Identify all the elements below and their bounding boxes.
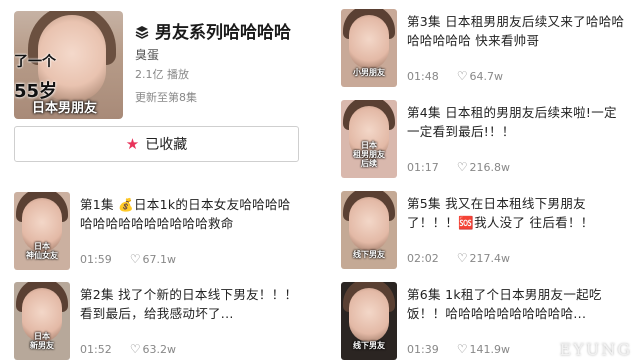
episode-meta: 01:39 ♡ 141.9w bbox=[407, 342, 510, 356]
like-count: 216.8w bbox=[469, 161, 510, 174]
episode-duration: 01:48 bbox=[407, 69, 439, 83]
episode-thumbnail[interactable]: 线下男友 bbox=[341, 191, 397, 269]
series-title-row: 男友系列哈哈哈哈 bbox=[135, 18, 291, 43]
episode-title[interactable]: 第4集 日本租的男朋友后续来啦!一定一定看到最后!！！ bbox=[407, 103, 625, 141]
episode-likes: ♡ 216.8w bbox=[457, 160, 510, 174]
thumbnail-face bbox=[349, 197, 389, 251]
episode-duration: 02:02 bbox=[407, 251, 439, 265]
thumbnail-caption: 线下男友 bbox=[353, 341, 385, 350]
episode-meta: 01:59 ♡ 67.1w bbox=[80, 252, 176, 266]
cover-caption-1: 了一个 bbox=[14, 54, 56, 70]
thumbnail-caption: 日本 租男朋友 后续 bbox=[353, 141, 385, 168]
update-status: 更新至第8集 bbox=[135, 91, 197, 104]
episode-item[interactable]: 日本 神仙女友 第1集 💰日本1k的日本女友哈哈哈哈哈哈哈哈哈哈哈哈哈哈救命 01:5… bbox=[14, 192, 314, 272]
thumbnail-caption: 日本 新男友 bbox=[30, 332, 54, 350]
series-title: 男友系列哈哈哈哈 bbox=[155, 23, 291, 43]
episode-likes: ♡ 67.1w bbox=[130, 252, 176, 266]
heart-icon: ♡ bbox=[129, 252, 141, 266]
episode-meta: 02:02 ♡ 217.4w bbox=[407, 251, 510, 265]
episode-likes: ♡ 141.9w bbox=[457, 342, 510, 356]
episode-meta: 01:17 ♡ 216.8w bbox=[407, 160, 510, 174]
heart-icon: ♡ bbox=[456, 160, 468, 174]
thumbnail-caption: 日本 神仙女友 bbox=[26, 242, 58, 260]
episode-item[interactable]: 日本 租男朋友 后续 第4集 日本租的男朋友后续来啦!一定一定看到最后!！！ 01:17… bbox=[341, 100, 640, 180]
episode-duration: 01:39 bbox=[407, 342, 439, 356]
layers-icon bbox=[135, 24, 149, 39]
thumbnail-caption: 小男朋友 bbox=[353, 68, 385, 77]
cover-caption-3: 日本男朋友 bbox=[32, 101, 98, 116]
episode-title[interactable]: 第2集 找了个新的日本线下男友！！！看到最后，给我感动坏了... bbox=[80, 285, 298, 323]
episode-duration: 01:17 bbox=[407, 160, 439, 174]
episode-title[interactable]: 第3集 日本租男朋友后续又来了哈哈哈哈哈哈哈哈 快来看帅哥 bbox=[407, 12, 625, 50]
heart-icon: ♡ bbox=[456, 69, 468, 83]
thumbnail-face bbox=[349, 288, 389, 342]
like-count: 64.7w bbox=[469, 70, 503, 83]
play-count: 2.1亿 播放 bbox=[135, 68, 189, 81]
like-count: 63.2w bbox=[142, 343, 176, 356]
episode-thumbnail[interactable]: 线下男友 bbox=[341, 282, 397, 360]
episode-item[interactable]: 小男朋友 第3集 日本租男朋友后续又来了哈哈哈哈哈哈哈哈 快来看帅哥 01:48 ♡ 6… bbox=[341, 9, 640, 89]
episode-title[interactable]: 第5集 我又在日本租线下男朋友了！！！🆘我人没了 往后看！！ bbox=[407, 194, 625, 232]
heart-icon: ♡ bbox=[456, 251, 468, 265]
like-count: 67.1w bbox=[142, 253, 176, 266]
collected-button-label: 已收藏 bbox=[145, 137, 188, 153]
episode-duration: 01:52 bbox=[80, 342, 112, 356]
like-count: 141.9w bbox=[469, 343, 510, 356]
series-panel: 了一个 55岁 日本男朋友 男友系列哈哈哈哈 臭蛋 2.1亿 播放 更新至第8集… bbox=[0, 0, 315, 363]
star-icon: ★ bbox=[125, 135, 140, 153]
episode-item[interactable]: 线下男友 第5集 我又在日本租线下男朋友了！！！🆘我人没了 往后看！！ 02:02 ♡… bbox=[341, 191, 640, 271]
thumbnail-caption: 线下男友 bbox=[353, 250, 385, 259]
episode-title[interactable]: 第6集 1k租了个日本男朋友一起吃饭！！哈哈哈哈哈哈哈哈哈哈... bbox=[407, 285, 625, 323]
heart-icon: ♡ bbox=[129, 342, 141, 356]
episode-likes: ♡ 63.2w bbox=[130, 342, 176, 356]
episode-panel-right: 小男朋友 第3集 日本租男朋友后续又来了哈哈哈哈哈哈哈哈 快来看帅哥 01:48 ♡ 6… bbox=[325, 0, 640, 363]
author-name[interactable]: 臭蛋 bbox=[135, 46, 159, 63]
episode-thumbnail[interactable]: 小男朋友 bbox=[341, 9, 397, 87]
episode-meta: 01:52 ♡ 63.2w bbox=[80, 342, 176, 356]
collected-button[interactable]: ★ 已收藏 bbox=[14, 126, 299, 162]
episode-likes: ♡ 64.7w bbox=[457, 69, 503, 83]
episode-item[interactable]: 日本 新男友 第2集 找了个新的日本线下男友！！！看到最后，给我感动坏了... 01:… bbox=[14, 282, 314, 362]
thumbnail-face bbox=[349, 15, 389, 69]
like-count: 217.4w bbox=[469, 252, 510, 265]
episode-meta: 01:48 ♡ 64.7w bbox=[407, 69, 503, 83]
episode-likes: ♡ 217.4w bbox=[457, 251, 510, 265]
episode-thumbnail[interactable]: 日本 租男朋友 后续 bbox=[341, 100, 397, 178]
episode-thumbnail[interactable]: 日本 新男友 bbox=[14, 282, 70, 360]
watermark: EYUNG bbox=[559, 340, 632, 359]
series-cover-image[interactable]: 了一个 55岁 日本男朋友 bbox=[14, 11, 123, 119]
episode-title[interactable]: 第1集 💰日本1k的日本女友哈哈哈哈哈哈哈哈哈哈哈哈哈哈救命 bbox=[80, 195, 298, 233]
heart-icon: ♡ bbox=[456, 342, 468, 356]
episode-duration: 01:59 bbox=[80, 252, 112, 266]
episode-thumbnail[interactable]: 日本 神仙女友 bbox=[14, 192, 70, 270]
